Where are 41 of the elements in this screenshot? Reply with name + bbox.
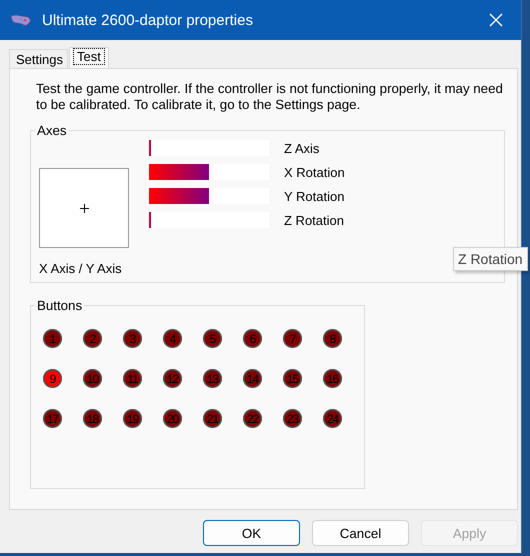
group-title: Axes: [36, 123, 68, 138]
button-indicator: 17: [43, 409, 62, 428]
button-indicator: 6: [243, 329, 262, 348]
tab[interactable]: Test: [68, 47, 109, 68]
description-text: Test the game controller. If the controller is not functioning properly, it may need to be calibrated. To calibrate it, go to the Settings page.: [36, 81, 504, 113]
button-indicator: 8: [323, 329, 342, 348]
dialog-button[interactable]: OK: [203, 520, 300, 546]
group-title: Buttons: [36, 298, 84, 313]
button-indicator: 7: [283, 329, 302, 348]
button-indicator: 10: [83, 369, 102, 388]
button-indicator: 11: [123, 369, 142, 388]
button-indicator: 23: [283, 409, 302, 428]
axis-label: X Axis / Y Axis: [39, 261, 123, 276]
button-indicator: 1: [43, 329, 62, 348]
button-indicator: 19: [123, 409, 142, 428]
button-indicator: 14: [243, 369, 262, 388]
button-indicator: 12: [163, 369, 182, 388]
tooltip: Z Rotation: [453, 247, 528, 271]
close-icon[interactable]: [489, 13, 503, 27]
tab[interactable]: Settings: [9, 49, 68, 68]
button-indicator: 2: [83, 329, 102, 348]
crosshair-icon: [80, 204, 88, 212]
button-indicator: 3: [123, 329, 142, 348]
button-indicator: 24: [323, 409, 342, 428]
axis-label: Z Rotation: [284, 212, 344, 228]
button-indicator: 18: [83, 409, 102, 428]
button-indicator: 15: [283, 369, 302, 388]
button-indicator: 5: [203, 329, 222, 348]
button-indicator: 22: [243, 409, 262, 428]
button-indicator: 20: [163, 409, 182, 428]
button-indicator: 9: [43, 369, 62, 388]
button-indicator: 4: [163, 329, 182, 348]
button-indicator: 13: [203, 369, 222, 388]
button-indicator: 16: [323, 369, 342, 388]
axis-label: Y Rotation: [284, 188, 344, 204]
axis-label: X Rotation: [284, 164, 345, 180]
button-indicator: 21: [203, 409, 222, 428]
gamepad-icon: [10, 13, 32, 27]
window-title: Ultimate 2600-daptor properties: [42, 12, 254, 28]
axis-label: Z Axis: [284, 140, 320, 156]
dialog-button[interactable]: Cancel: [312, 520, 409, 546]
